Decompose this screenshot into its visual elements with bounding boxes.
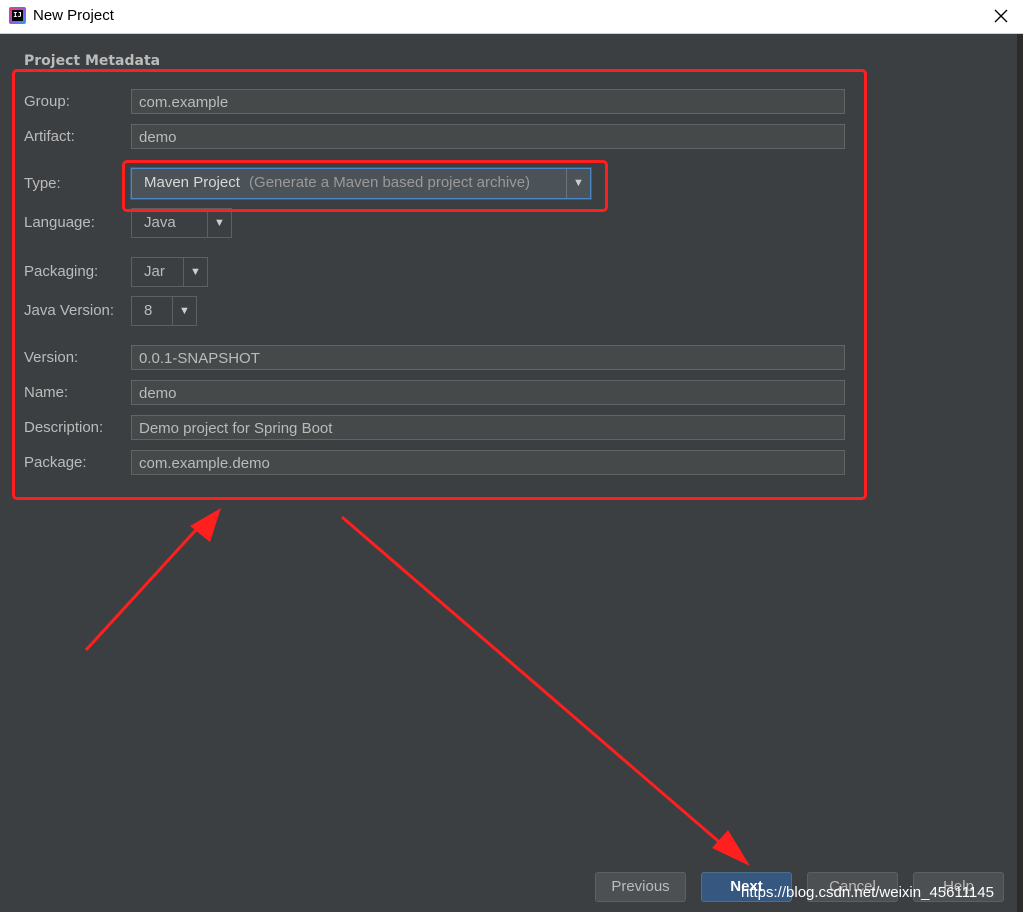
type-select[interactable]: Maven Project (Generate a Maven based pr…: [131, 168, 591, 199]
packaging-select[interactable]: Jar ▼: [131, 257, 208, 287]
packaging-label: Packaging:: [24, 263, 99, 280]
packaging-select-value: Jar: [144, 263, 165, 280]
artifact-field[interactable]: demo: [131, 124, 845, 149]
group-field[interactable]: com.example: [131, 89, 845, 114]
description-field[interactable]: Demo project for Spring Boot: [131, 415, 845, 440]
java-version-select-value: 8: [144, 302, 153, 319]
language-label: Language:: [24, 214, 95, 231]
title-bar: IJ New Project: [0, 0, 1023, 34]
type-select-hint: (Generate a Maven based project archive): [249, 174, 531, 191]
section-title: Project Metadata: [24, 53, 161, 69]
chevron-down-icon[interactable]: ▼: [172, 297, 196, 325]
name-label: Name:: [24, 384, 69, 401]
close-button[interactable]: [985, 2, 1017, 30]
chevron-down-icon[interactable]: ▼: [183, 258, 207, 286]
arrowhead-up-icon: [190, 508, 221, 542]
description-label: Description:: [24, 419, 104, 436]
language-select-value: Java: [144, 214, 176, 231]
group-label: Group:: [24, 93, 70, 110]
package-field[interactable]: com.example.demo: [131, 450, 845, 475]
arrow-up-icon: [84, 518, 207, 652]
intellij-idea-icon: IJ: [9, 7, 26, 24]
package-label: Package:: [24, 454, 87, 471]
new-project-dialog: { "window": { "title": "New Project", "i…: [0, 0, 1023, 912]
arrow-down-icon: [341, 515, 733, 855]
chevron-down-icon[interactable]: ▼: [207, 209, 231, 237]
language-select[interactable]: Java ▼: [131, 208, 232, 238]
previous-button[interactable]: Previous: [595, 872, 686, 902]
arrowhead-down-icon: [712, 830, 750, 866]
java-version-select[interactable]: 8 ▼: [131, 296, 197, 326]
version-field[interactable]: 0.0.1-SNAPSHOT: [131, 345, 845, 370]
window-title: New Project: [33, 7, 114, 24]
type-select-value: Maven Project: [144, 174, 240, 191]
java-version-label: Java Version:: [24, 302, 115, 319]
watermark: https://blog.csdn.net/weixin_45611145: [741, 884, 994, 901]
chevron-down-icon[interactable]: ▼: [566, 169, 590, 198]
name-field[interactable]: demo: [131, 380, 845, 405]
close-icon: [994, 9, 1008, 23]
version-label: Version:: [24, 349, 79, 366]
type-label: Type:: [24, 175, 61, 192]
artifact-label: Artifact:: [24, 128, 75, 145]
window-edge: [1017, 34, 1023, 912]
